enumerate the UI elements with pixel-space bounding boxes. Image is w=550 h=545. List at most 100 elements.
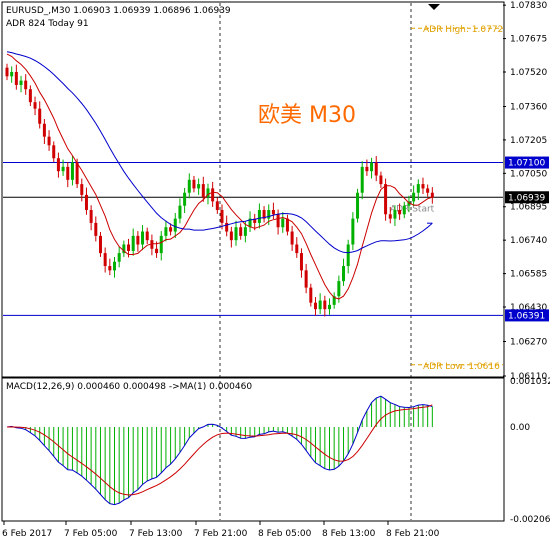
candle-body — [113, 261, 116, 271]
candle-body — [131, 235, 135, 251]
candle-body — [192, 179, 196, 189]
candle-body — [393, 209, 397, 219]
adr-start-label: ADR Start — [390, 204, 435, 214]
candle-body — [370, 162, 374, 172]
candle-body — [75, 162, 79, 185]
header-title: EURUSD_,M30 1.06903 1.06939 1.06896 1.06… — [6, 6, 231, 16]
candle-body — [52, 145, 56, 159]
candle-body — [220, 209, 224, 223]
candle-body — [416, 184, 420, 193]
candle-body — [42, 123, 46, 137]
price-tick-label: 1.06895 — [510, 203, 547, 213]
candle-body — [5, 67, 9, 77]
candle-body — [38, 108, 42, 124]
candle-body — [66, 166, 70, 180]
time-tick-label: 8 Feb 21:00 — [386, 529, 440, 539]
time-tick-label: 6 Feb 2017 — [2, 529, 52, 539]
candle-body — [328, 304, 331, 310]
price-tick-label: 1.07675 — [510, 35, 547, 45]
candle-body — [155, 248, 159, 254]
candle-body — [98, 235, 102, 254]
candle-body — [103, 253, 107, 267]
candle-body — [379, 175, 383, 185]
candle-body — [10, 71, 14, 77]
candle-body — [70, 162, 74, 180]
candle-body — [388, 214, 392, 219]
candle-body — [374, 162, 378, 176]
candle-body — [178, 205, 182, 219]
candle-body — [313, 302, 317, 310]
candle-body — [430, 192, 434, 198]
price-tick-label: 1.07050 — [510, 169, 547, 179]
candle-body — [187, 179, 191, 193]
time-tick-label: 8 Feb 05:00 — [258, 529, 312, 539]
candle-body — [323, 300, 327, 310]
chart-window: ADR High: 1.0772 ADR Low: 1.0616 ADR Start… — [0, 0, 550, 545]
candle-body — [173, 218, 177, 232]
price-label-text: 1.06939 — [508, 193, 545, 203]
candle-body — [243, 227, 247, 236]
candle-body — [127, 244, 131, 251]
candle-body — [267, 209, 271, 219]
time-tick-label: 7 Feb 13:00 — [129, 529, 183, 539]
candle-body — [215, 201, 219, 210]
candle-body — [136, 235, 140, 245]
candle-body — [384, 184, 388, 215]
candle-body — [281, 218, 285, 228]
candle-body — [211, 188, 215, 202]
candle-body — [412, 192, 416, 202]
adr-low-label: ADR Low: 1.0616 — [423, 362, 500, 372]
candle-body — [309, 287, 313, 303]
time-tick-label: 7 Feb 21:00 — [194, 529, 248, 539]
price-tick-label: 1.07520 — [510, 68, 547, 78]
candle-body — [201, 184, 205, 198]
candle-body — [164, 227, 168, 236]
candle-body — [304, 270, 308, 288]
candle-body — [342, 266, 346, 282]
candle-body — [56, 158, 60, 172]
candle-body — [276, 214, 280, 228]
adr-info: ADR 824 Today 91 — [6, 19, 89, 29]
candle-body — [346, 244, 350, 267]
candle-body — [80, 184, 84, 195]
candle-body — [28, 89, 32, 103]
candle-body — [159, 235, 163, 254]
candle-body — [337, 281, 341, 297]
price-label-text: 1.06391 — [508, 311, 545, 321]
candle-body — [108, 266, 112, 271]
candle-body — [290, 231, 294, 245]
price-label-text: 1.07100 — [508, 159, 545, 169]
candle-body — [426, 188, 430, 193]
time-tick-label: 8 Feb 13:00 — [322, 529, 376, 539]
price-tick-label: 1.06740 — [510, 236, 547, 246]
candle-body — [257, 209, 261, 223]
candle-body — [24, 80, 28, 90]
macd-tick-label: -0.00206 — [510, 515, 550, 525]
candle-body — [402, 205, 406, 215]
candle-body — [398, 209, 402, 215]
candle-body — [295, 244, 299, 254]
candle-body — [47, 136, 51, 146]
candle-body — [285, 218, 289, 232]
candle-body — [84, 194, 88, 210]
candle-body — [299, 253, 303, 271]
price-tick-label: 1.06270 — [510, 338, 547, 348]
price-tick-label: 1.07830 — [510, 1, 547, 11]
price-tick-label: 1.07205 — [510, 136, 547, 146]
price-tick-label: 1.06585 — [510, 270, 547, 280]
price-tick-label: 1.07360 — [510, 102, 547, 112]
macd-tick-label: 0.00 — [510, 423, 530, 433]
candle-body — [145, 231, 149, 241]
candle-body — [89, 209, 93, 223]
candle-body — [33, 102, 37, 109]
candle-body — [141, 231, 145, 245]
candle-body — [234, 227, 238, 241]
macd-tick-label: 0.001032 — [510, 377, 550, 387]
candle-body — [421, 184, 425, 189]
candle-body — [117, 253, 121, 262]
candle-body — [271, 209, 275, 215]
candle-body — [183, 192, 187, 206]
candle-body — [19, 80, 23, 85]
watermark-label: 欧美 M30 — [258, 103, 356, 128]
adr-high-label: ADR High: 1.0772 — [423, 25, 503, 35]
